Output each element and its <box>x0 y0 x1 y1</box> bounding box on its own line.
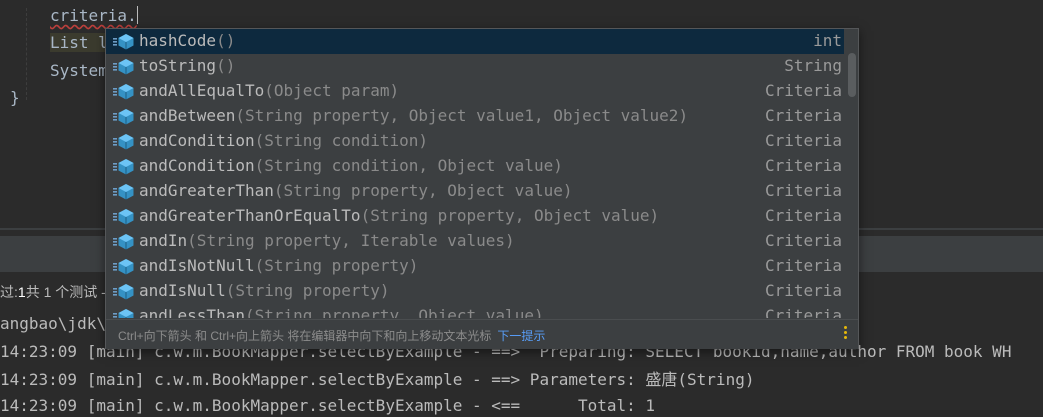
completion-item-tostring[interactable]: toString() String <box>106 54 844 79</box>
return-type: Criteria <box>764 231 842 250</box>
completion-item-andisnull[interactable]: andIsNull(String property) Criteria <box>106 279 844 304</box>
return-type: Criteria <box>764 131 842 150</box>
method-params: (String condition) <box>254 131 428 150</box>
code-completion-popup[interactable]: hashCode() int toString() String andAllE… <box>105 28 859 349</box>
tip-text: Ctrl+向下箭头 和 Ctrl+向上箭头 将在编辑器中向下和向上移动文本光标 <box>118 329 492 343</box>
criteria-expression: criteria. <box>50 6 137 25</box>
method-icon <box>113 159 134 175</box>
list-declaration: List l <box>50 33 108 52</box>
completion-scrollbar[interactable] <box>848 53 856 97</box>
completion-item-andisnotnull[interactable]: andIsNotNull(String property) Criteria <box>106 254 844 279</box>
method-name: andCondition <box>139 131 255 150</box>
method-icon <box>113 209 134 225</box>
completion-list[interactable]: hashCode() int toString() String andAllE… <box>106 29 844 318</box>
method-icon <box>113 234 134 250</box>
completion-item-andgreaterthan[interactable]: andGreaterThan(String property, Object v… <box>106 179 844 204</box>
method-name: andGreaterThanOrEqualTo <box>139 206 361 225</box>
status-prefix: 过: <box>0 284 18 300</box>
code-line-close-brace[interactable]: } <box>10 88 20 108</box>
completion-item-andcondition[interactable]: andCondition(String condition, Object va… <box>106 154 844 179</box>
method-icon <box>113 309 134 318</box>
method-icon <box>113 34 134 50</box>
return-type: Criteria <box>764 281 842 300</box>
method-icon <box>113 134 134 150</box>
code-line-criteria[interactable]: criteria. <box>50 6 138 26</box>
jdk-path: angbao\jdk\ <box>0 314 106 333</box>
method-name: andGreaterThan <box>139 181 274 200</box>
code-line-system[interactable]: System <box>50 61 108 81</box>
indent-guide <box>26 8 27 100</box>
status-count: 1 <box>17 284 26 300</box>
method-params: (String property, Object value) <box>360 206 660 225</box>
more-options-icon[interactable] <box>844 326 848 342</box>
test-status: 过:1共 1 个测试 - <box>0 282 106 302</box>
return-type: Criteria <box>764 156 842 175</box>
method-name: andLessThan <box>139 306 245 318</box>
method-icon <box>113 184 134 200</box>
method-name: andCondition <box>139 156 255 175</box>
method-params: (String property) <box>254 256 419 275</box>
method-name: andBetween <box>139 106 236 125</box>
method-name: hashCode <box>139 31 217 50</box>
method-icon <box>113 284 134 300</box>
completion-item-andallequalto[interactable]: andAllEqualTo(Object param) Criteria <box>106 79 844 104</box>
return-type: Criteria <box>764 81 842 100</box>
method-params: () <box>216 31 236 50</box>
return-type: Criteria <box>764 181 842 200</box>
closing-brace: } <box>10 88 20 107</box>
method-icon <box>113 259 134 275</box>
completion-footer: Ctrl+向下箭头 和 Ctrl+向上箭头 将在编辑器中向下和向上移动文本光标下… <box>106 319 858 349</box>
method-params: (String condition, Object value) <box>254 156 563 175</box>
method-params: (Object param) <box>264 81 400 100</box>
log-line-total: 14:23:09 [main] c.w.m.BookMapper.selectB… <box>0 396 656 415</box>
method-icon <box>113 109 134 125</box>
method-params: (String property, Iterable values) <box>187 231 515 250</box>
method-name: andIsNotNull <box>139 256 255 275</box>
method-params: (String property, Object value1, Object … <box>235 106 689 125</box>
completion-item-andcondition[interactable]: andCondition(String condition) Criteria <box>106 129 844 154</box>
method-params: (String property) <box>225 281 390 300</box>
return-type: int <box>813 31 842 50</box>
completion-item-andlessthan[interactable]: andLessThan(String property, Object valu… <box>106 304 844 318</box>
status-text: 共 1 个测试 - <box>25 284 106 300</box>
method-icon <box>113 59 134 75</box>
completion-tip: Ctrl+向下箭头 和 Ctrl+向上箭头 将在编辑器中向下和向上移动文本光标下… <box>118 327 545 344</box>
method-name: andAllEqualTo <box>139 81 265 100</box>
method-name: andIn <box>139 231 188 250</box>
method-name: andIsNull <box>139 281 226 300</box>
return-type: Criteria <box>764 106 842 125</box>
return-type: Criteria <box>764 306 842 318</box>
return-type: Criteria <box>764 256 842 275</box>
completion-item-andbetween[interactable]: andBetween(String property, Object value… <box>106 104 844 129</box>
method-params: (String property, Object value) <box>244 306 544 318</box>
text-caret <box>136 6 138 24</box>
log-line-parameters: 14:23:09 [main] c.w.m.BookMapper.selectB… <box>0 370 755 389</box>
method-params: () <box>216 56 236 75</box>
system-call: System <box>50 61 108 80</box>
next-tip-link[interactable]: 下一提示 <box>497 329 545 343</box>
completion-item-andgreaterthanorequalto[interactable]: andGreaterThanOrEqualTo(String property,… <box>106 204 844 229</box>
return-type: Criteria <box>764 206 842 225</box>
method-name: toString <box>139 56 217 75</box>
return-type: String <box>784 56 842 75</box>
completion-item-hashcode[interactable]: hashCode() int <box>106 29 844 54</box>
completion-item-andin[interactable]: andIn(String property, Iterable values) … <box>106 229 844 254</box>
code-line-list[interactable]: List l <box>50 33 108 53</box>
method-icon <box>113 84 134 100</box>
method-params: (String property, Object value) <box>273 181 573 200</box>
